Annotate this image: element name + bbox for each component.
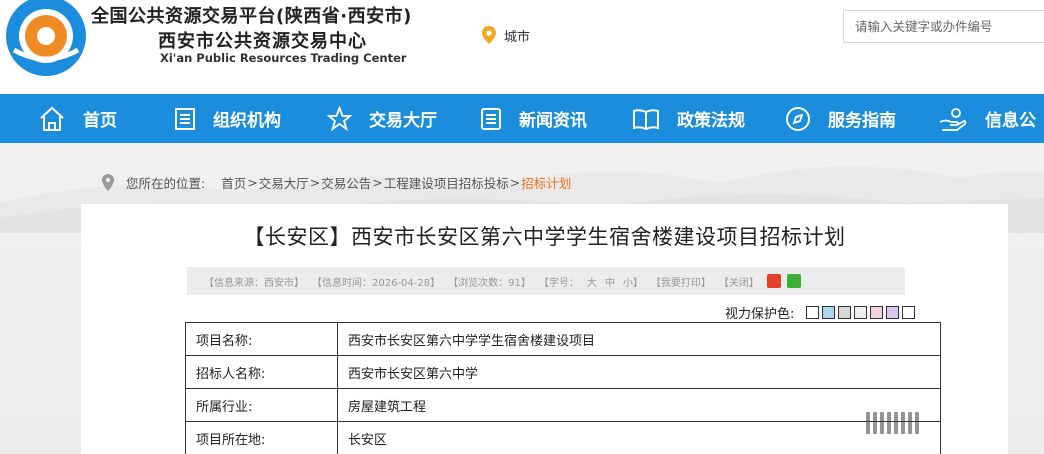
- nav-label: 服务指南: [828, 111, 896, 131]
- close-button[interactable]: 【关闭】: [719, 274, 759, 289]
- book-icon: [633, 108, 659, 130]
- document-icon: [175, 107, 195, 130]
- breadcrumb-link-home[interactable]: 首页: [221, 173, 246, 192]
- table-row: 项目所在地: 长安区: [185, 421, 941, 454]
- meta-source: 【信息来源：西安市】: [204, 277, 304, 289]
- site-title-english: Xi'an Public Resources Trading Center: [160, 51, 407, 65]
- table-row: 所属行业: 房屋建筑工程: [185, 388, 941, 422]
- color-swatch-pink[interactable]: [870, 305, 884, 319]
- print-button[interactable]: 【我要打印】: [651, 274, 711, 289]
- font-size-medium-button[interactable]: 中: [605, 274, 615, 289]
- article-meta-bar: 【信息来源：西安市】 【信息时间：2026-04-28】 【浏览次数：91】 【…: [187, 267, 905, 295]
- table-row: 招标人名称: 西安市长安区第六中学: [185, 355, 941, 389]
- color-swatch-white-2[interactable]: [902, 305, 916, 319]
- table-value: 西安市长安区第六中学学生宿舍楼建设项目: [337, 322, 941, 356]
- nav-label: 交易大厅: [369, 111, 437, 131]
- site-subtitle: 西安市公共资源交易中心: [158, 31, 367, 52]
- nav-item-trading-hall[interactable]: 交易大厅: [327, 94, 437, 143]
- breadcrumb-separator: >: [247, 174, 258, 190]
- meta-views: 【浏览次数：91】: [448, 277, 531, 289]
- table-row: 项目名称: 西安市长安区第六中学学生宿舍楼建设项目: [185, 322, 941, 356]
- breadcrumb-label: 您所在的位置:: [126, 175, 206, 191]
- nav-label: 首页: [83, 111, 117, 131]
- nav-label: 组织机构: [213, 111, 281, 131]
- table-key: 招标人名称:: [185, 355, 338, 389]
- meta-font-size-label: 【字号：: [538, 277, 579, 289]
- eye-protection-selector: 视力保护色:: [725, 303, 918, 322]
- project-info-table: 项目名称: 西安市长安区第六中学学生宿舍楼建设项目 招标人名称: 西安市长安区第…: [185, 322, 941, 454]
- color-swatch-purple[interactable]: [886, 305, 900, 319]
- logo-icon[interactable]: [4, 0, 88, 78]
- site-title: 全国公共资源交易平台(陕西省·西安市): [91, 6, 412, 27]
- breadcrumb-link-trading-hall[interactable]: 交易大厅: [259, 173, 309, 192]
- table-value: 长安区: [337, 421, 941, 454]
- nav-item-service-guide[interactable]: 服务指南: [785, 94, 896, 143]
- breadcrumb-link-engineering[interactable]: 工程建设项目招标投标: [384, 173, 509, 192]
- table-key: 项目所在地:: [185, 421, 338, 454]
- watermark-decoration: [866, 412, 919, 434]
- article-title: 【长安区】西安市长安区第六中学学生宿舍楼建设项目招标计划: [243, 225, 846, 249]
- nav-item-info-disclosure[interactable]: 信息公: [938, 94, 1036, 143]
- main-nav: 首页 组织机构 交易大厅 新闻资讯 政策法规 服务指南 信息公: [0, 94, 1044, 143]
- nav-item-organization[interactable]: 组织机构: [174, 94, 281, 143]
- compass-icon: [786, 106, 810, 131]
- star-icon: [327, 106, 352, 131]
- table-key: 项目名称:: [185, 322, 338, 356]
- color-swatch-gray[interactable]: [838, 305, 852, 319]
- breadcrumb-separator: >: [372, 174, 383, 190]
- nav-item-home[interactable]: 首页: [38, 94, 117, 143]
- color-swatch-white[interactable]: [806, 305, 820, 319]
- location-pin-icon: [102, 173, 114, 191]
- table-key: 所属行业:: [185, 388, 338, 422]
- table-value: 房屋建筑工程: [337, 388, 941, 422]
- color-swatch-light-gray[interactable]: [854, 305, 868, 319]
- eye-protection-label: 视力保护色:: [725, 306, 795, 322]
- list-icon: [481, 107, 501, 130]
- home-icon: [40, 106, 64, 131]
- font-size-large-button[interactable]: 大: [587, 274, 597, 289]
- nav-item-policy[interactable]: 政策法规: [632, 94, 745, 143]
- font-size-small-button[interactable]: 小】: [623, 274, 643, 289]
- city-label: 城市: [504, 29, 531, 45]
- nav-label: 信息公: [985, 111, 1036, 131]
- nav-item-news[interactable]: 新闻资讯: [480, 94, 587, 143]
- table-value: 西安市长安区第六中学: [337, 355, 941, 389]
- breadcrumb-separator: >: [309, 174, 321, 190]
- breadcrumb-current[interactable]: 招标计划: [521, 173, 571, 192]
- location-pin-icon: [482, 26, 496, 44]
- meta-time: 【信息时间：2026-04-28】: [312, 277, 441, 289]
- wechat-share-icon[interactable]: [786, 274, 801, 288]
- breadcrumb-link-announcements[interactable]: 交易公告: [321, 173, 371, 192]
- weibo-share-icon[interactable]: [766, 274, 781, 288]
- nav-label: 新闻资讯: [519, 111, 587, 131]
- site-header: 全国公共资源交易平台(陕西省·西安市) 西安市公共资源交易中心 Xi'an Pu…: [0, 0, 1044, 94]
- breadcrumb-separator: >: [509, 174, 521, 190]
- color-swatch-blue[interactable]: [822, 305, 836, 319]
- nav-label: 政策法规: [677, 111, 745, 131]
- search-input[interactable]: 请输入关键字或办件编号: [843, 10, 1044, 43]
- city-selector[interactable]: 城市: [482, 25, 530, 45]
- hand-icon: [939, 107, 967, 131]
- breadcrumb: 您所在的位置: 首页 > 交易大厅 > 交易公告 > 工程建设项目招标投标 > …: [102, 172, 571, 192]
